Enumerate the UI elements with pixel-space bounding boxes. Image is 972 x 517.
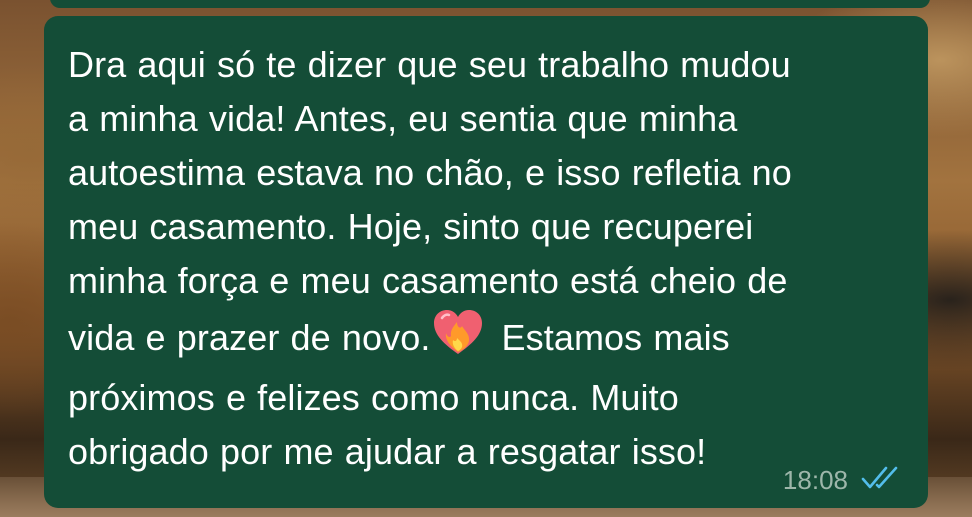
- message-segment: Estamos mais: [490, 317, 730, 358]
- message-line: minha força e meu casamento está cheio d…: [68, 260, 788, 301]
- message-line: autoestima estava no chão, e isso reflet…: [68, 152, 792, 193]
- previous-message-bubble[interactable]: [50, 0, 930, 8]
- message-segment: vida e prazer de novo.: [68, 317, 431, 358]
- message-timestamp: 18:08: [782, 465, 848, 495]
- message-line-with-emoji: vida e prazer de novo. Estamos mais: [68, 308, 904, 371]
- message-line: próximos e felizes como nunca. Muito: [68, 377, 679, 418]
- message-meta: 18:08: [783, 465, 902, 496]
- message-bubble[interactable]: Dra aqui só te dizer que seu trabalho mu…: [44, 16, 928, 508]
- message-line: a minha vida! Antes, eu sentia que minha: [68, 98, 738, 139]
- message-line: meu casamento. Hoje, sinto que recuperei: [68, 206, 754, 247]
- message-line: obrigado por me ajudar a resgatar isso!: [68, 431, 707, 472]
- message-text: Dra aqui só te dizer que seu trabalho mu…: [68, 38, 904, 479]
- double-check-read-icon: [860, 465, 902, 496]
- message-line: Dra aqui só te dizer que seu trabalho mu…: [68, 44, 791, 85]
- heart-on-fire-icon: [432, 308, 484, 371]
